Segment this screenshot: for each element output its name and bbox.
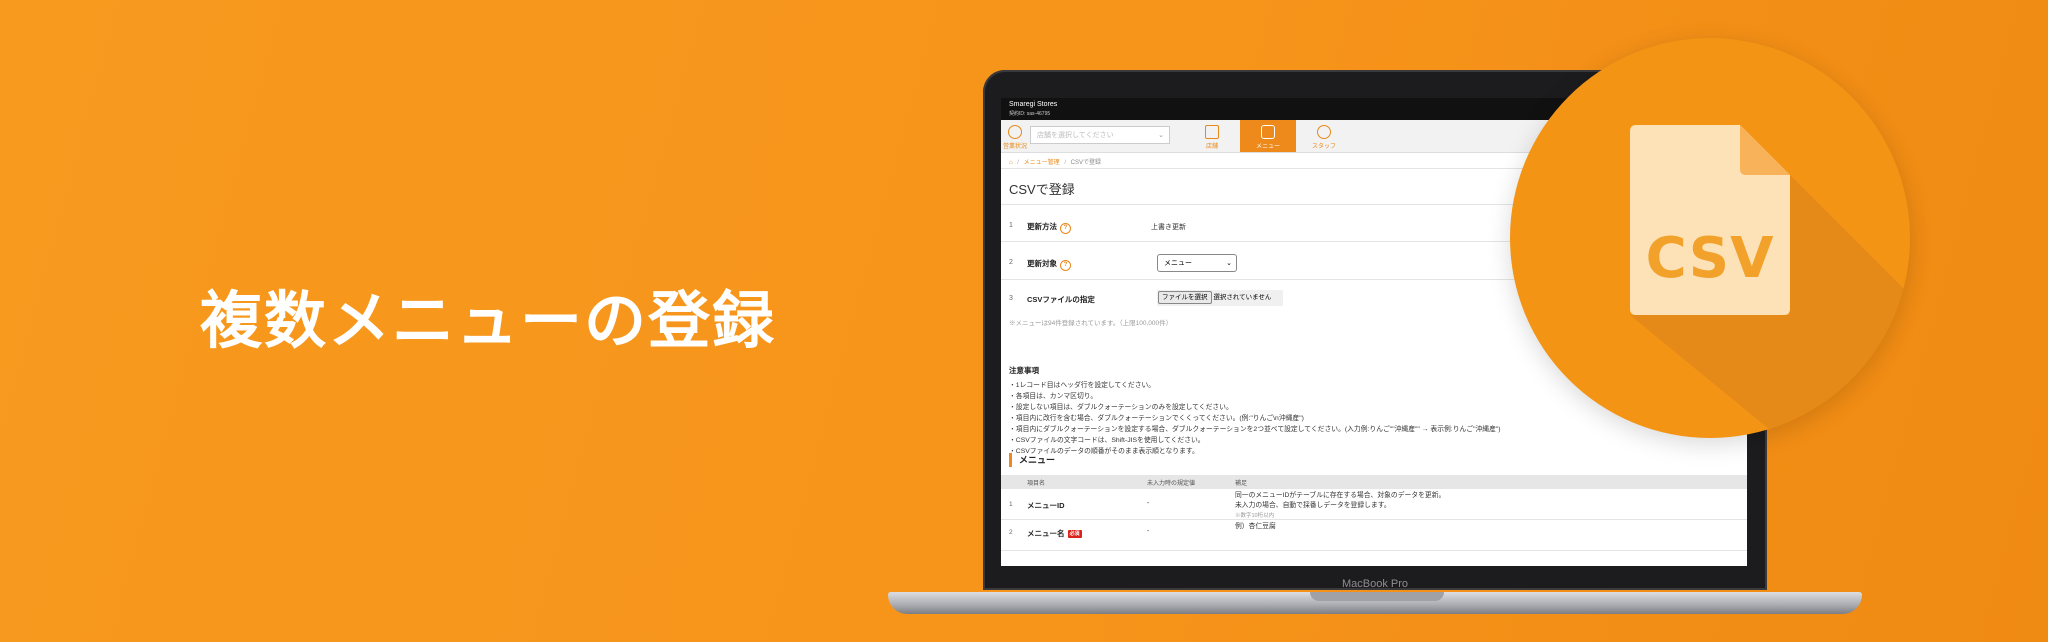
column-header-name: 項目名 — [1027, 481, 1046, 487]
help-icon[interactable]: ? — [1060, 223, 1071, 234]
field-default: - — [1147, 500, 1150, 507]
notice-line: ・設定しない項目は、ダブルクォーテーションのみを設定してください。 — [1009, 404, 1233, 411]
table-row: 1 メニューID - 同一のメニューIDがテーブルに存在する場合、対象のデータを… — [1001, 489, 1747, 520]
notice-line: ・各項目は、カンマ区切り。 — [1009, 393, 1098, 400]
page-title: CSVで登録 — [1009, 182, 1075, 197]
contract-id: 契約ID: sas-46795 — [1009, 111, 1051, 117]
csv-badge-text: CSV — [1645, 226, 1775, 291]
breadcrumb: ⌂ / メニュー管理 / CSVで登録 — [1009, 160, 1102, 166]
notice-title: 注意事項 — [1009, 366, 1039, 375]
breadcrumb-current: CSVで登録 — [1070, 160, 1102, 166]
form-row-number: 2 — [1009, 259, 1013, 266]
notice-line: ・CSVファイルの文字コードは、Shift-JISを使用してください。 — [1009, 437, 1205, 444]
update-target-label: 更新対象? — [1027, 258, 1071, 271]
required-badge: 必須 — [1067, 530, 1082, 539]
staff-icon — [1317, 125, 1331, 139]
row-number: 1 — [1009, 501, 1013, 508]
business-status-button[interactable]: 営業状況 — [1003, 120, 1027, 152]
field-sub-note: ※数字10桁以内 — [1235, 513, 1275, 519]
nav-staff[interactable]: スタッフ — [1296, 120, 1352, 152]
store-select-placeholder: 店舗を選択してください — [1037, 132, 1114, 139]
field-name: メニューID — [1027, 501, 1065, 510]
nav-staff-label: スタッフ — [1311, 144, 1336, 150]
csv-file-label: CSVファイルの指定 — [1027, 295, 1095, 304]
field-desc: 例）杏仁豆腐 — [1235, 523, 1276, 530]
update-target-select[interactable]: メニュー ⌄ — [1157, 254, 1237, 272]
csv-file-input[interactable]: ファイルを選択 選択されていません — [1157, 290, 1283, 306]
nav-store[interactable]: 店舗 — [1184, 120, 1240, 152]
file-status: 選択されていません — [1213, 294, 1272, 301]
column-header-note: 補足 — [1235, 481, 1248, 487]
help-icon[interactable]: ? — [1060, 260, 1071, 271]
row-number: 2 — [1009, 529, 1013, 536]
choose-file-button[interactable]: ファイルを選択 — [1158, 291, 1212, 304]
nav-menu[interactable]: メニュー — [1240, 120, 1296, 152]
breadcrumb-parent[interactable]: メニュー管理 — [1024, 160, 1060, 166]
store-icon — [1205, 125, 1219, 139]
notice-line: ・項目内にダブルクォーテーションを設定する場合、ダブルクォーテーションを2つ並べ… — [1009, 426, 1501, 433]
registered-count-note: ※メニューは94件登録されています。（上限100,000件） — [1009, 320, 1173, 327]
store-name: Smaregi Stores — [1009, 101, 1058, 108]
menu-section-title: メニュー — [1009, 453, 1055, 467]
field-default: - — [1147, 528, 1150, 535]
laptop-model-label: MacBook Pro — [1341, 578, 1409, 590]
table-row: 2 メニュー名 必須 - 例）杏仁豆腐 — [1001, 520, 1747, 551]
field-desc: 同一のメニューIDがテーブルに存在する場合、対象のデータを更新。 — [1235, 492, 1446, 499]
headline: 複数メニューの登録 — [200, 284, 777, 357]
store-select[interactable]: 店舗を選択してください ⌄ — [1030, 126, 1170, 144]
chevron-down-icon: ⌄ — [1158, 132, 1164, 139]
table-header: 項目名 未入力時の規定値 補足 — [1001, 475, 1747, 489]
csv-badge: CSV — [1510, 38, 1910, 438]
nav-menu-label: メニュー — [1255, 144, 1280, 150]
update-method-label: 更新方法? — [1027, 221, 1071, 234]
notice-line: ・項目内に改行を含む場合、ダブルクォーテーションでくくってください。(例:"りん… — [1009, 415, 1304, 422]
update-method-value: 上書き更新 — [1151, 224, 1186, 231]
field-desc: 未入力の場合、自動で採番しデータを登録します。 — [1235, 502, 1391, 509]
business-status-label: 営業状況 — [1003, 144, 1028, 150]
play-circle-icon — [1008, 125, 1022, 139]
menu-icon — [1261, 125, 1275, 139]
home-icon[interactable]: ⌂ — [1009, 160, 1013, 166]
chevron-down-icon: ⌄ — [1226, 260, 1232, 267]
laptop-notch — [1310, 592, 1444, 601]
banner-background: 複数メニューの登録 Smaregi Stores 契約ID: sas-46795… — [0, 0, 2048, 642]
nav-store-label: 店舗 — [1205, 144, 1218, 150]
form-row-number: 3 — [1009, 295, 1013, 302]
form-row-number: 1 — [1009, 222, 1013, 229]
field-name: メニュー名 必須 — [1027, 529, 1082, 539]
notice-line: ・1レコード目はヘッダ行を設定してください。 — [1009, 382, 1156, 389]
column-header-default: 未入力時の規定値 — [1147, 481, 1196, 487]
